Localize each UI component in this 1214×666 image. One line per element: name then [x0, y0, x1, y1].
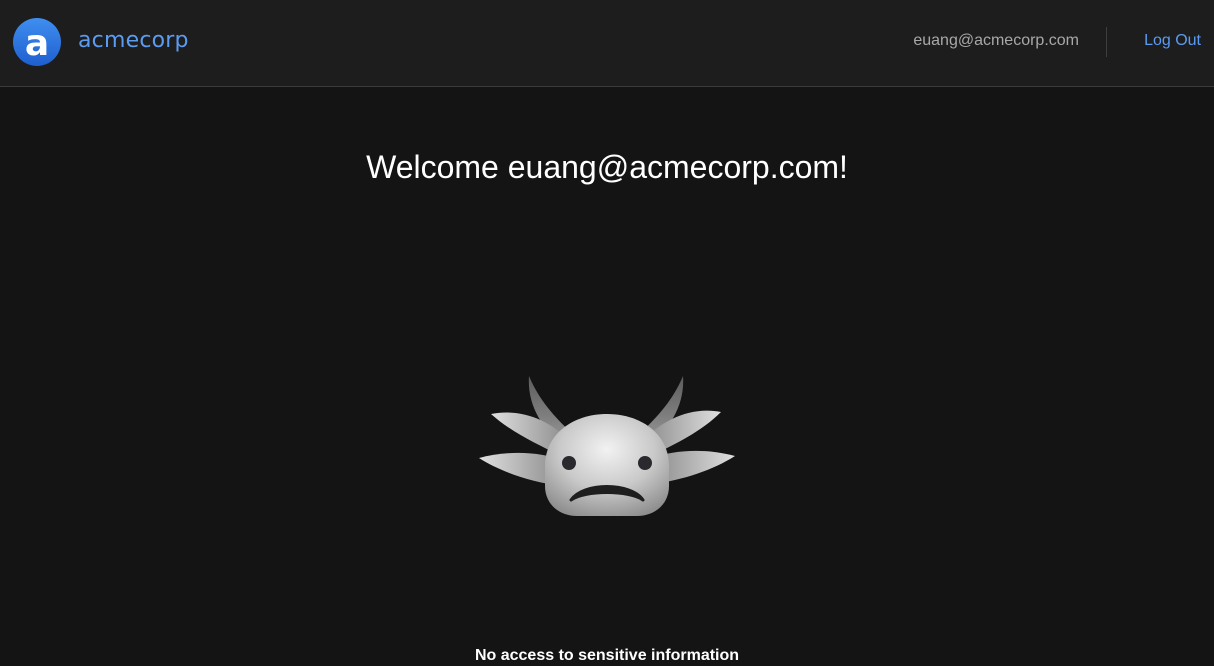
svg-text:a: a	[25, 23, 49, 64]
user-email: euang@acmecorp.com	[913, 32, 1079, 49]
access-status-message: No access to sensitive information	[474, 647, 740, 664]
logout-link[interactable]: Log Out	[1144, 31, 1201, 51]
brand-link[interactable]: a acmecorp	[12, 17, 189, 67]
top-navbar: a acmecorp euang@acmecorp.com Log Out	[0, 0, 1214, 87]
header-divider	[1106, 27, 1107, 57]
sad-axolotl-icon	[479, 376, 735, 516]
acmecorp-logo-icon: a	[13, 18, 61, 66]
brand-name: acmecorp	[78, 27, 189, 53]
welcome-heading: Welcome euang@acmecorp.com!	[366, 149, 848, 185]
